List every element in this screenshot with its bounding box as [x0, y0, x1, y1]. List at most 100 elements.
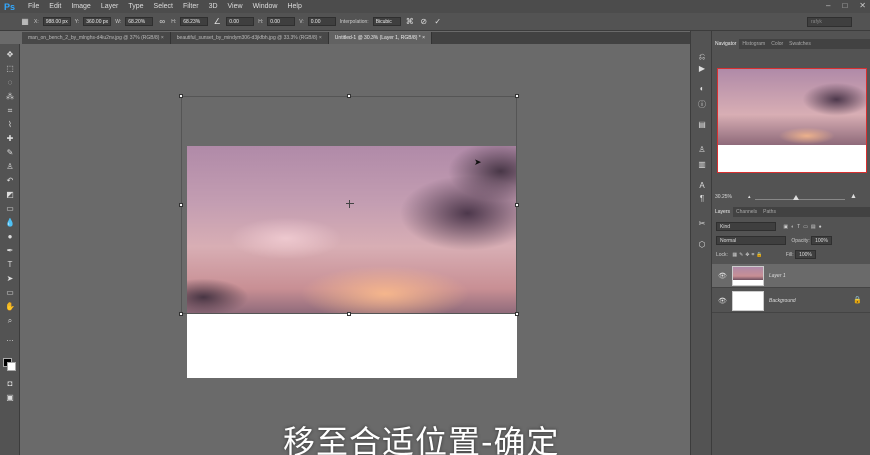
- zoom-tool-icon[interactable]: ⌕: [3, 315, 17, 326]
- navigator-preview[interactable]: [717, 68, 867, 173]
- zoom-out-icon[interactable]: ▴: [748, 194, 751, 200]
- eraser-tool-icon[interactable]: ◩: [3, 189, 17, 200]
- width-field[interactable]: 68.20%: [125, 17, 154, 26]
- transform-handle-top-right[interactable]: [515, 94, 519, 98]
- maximize-button[interactable]: □: [842, 1, 847, 10]
- paragraph-panel-icon[interactable]: ¶: [696, 193, 708, 205]
- gradient-tool-icon[interactable]: ▭: [3, 203, 17, 214]
- healing-brush-tool-icon[interactable]: ✚: [3, 133, 17, 144]
- tab-man-on-bench[interactable]: man_on_bench_2_by_mlnghs-d4iu2nv.jpg @ 3…: [22, 32, 171, 44]
- menu-edit[interactable]: Edit: [44, 3, 66, 10]
- hand-tool-icon[interactable]: ✋: [3, 301, 17, 312]
- canvas-area[interactable]: ➤ 移至合适位置-确定: [20, 44, 690, 455]
- h-skew-field[interactable]: 0.00: [267, 17, 296, 26]
- menu-file[interactable]: File: [23, 3, 44, 10]
- more-tools-icon[interactable]: …: [3, 333, 17, 344]
- adjustments-panel-icon[interactable]: ◐: [696, 83, 708, 95]
- shape-tool-icon[interactable]: ▭: [3, 287, 17, 298]
- visibility-eye-icon[interactable]: 👁: [718, 272, 727, 280]
- menu-type[interactable]: Type: [123, 3, 148, 10]
- menu-help[interactable]: Help: [282, 3, 306, 10]
- tab-paths[interactable]: Paths: [760, 207, 779, 217]
- background-color-swatch[interactable]: [7, 362, 16, 371]
- menu-layer[interactable]: Layer: [96, 3, 124, 10]
- navigator-zoom-value[interactable]: 30.25%: [715, 194, 732, 200]
- menu-image[interactable]: Image: [66, 3, 95, 10]
- height-field[interactable]: 68.23%: [180, 17, 209, 26]
- search-input[interactable]: rafyk: [807, 17, 852, 27]
- tab-histogram[interactable]: Histogram: [739, 39, 768, 49]
- screen-mode-icon[interactable]: ▣: [3, 392, 17, 403]
- zoom-slider[interactable]: [755, 199, 845, 200]
- history-brush-tool-icon[interactable]: ↶: [3, 175, 17, 186]
- transform-handle-top-left[interactable]: [179, 94, 183, 98]
- brush-settings-panel-icon[interactable]: ▤: [696, 119, 708, 131]
- move-tool-icon[interactable]: ✥: [3, 49, 17, 60]
- transform-handle-right[interactable]: [515, 203, 519, 207]
- transform-handle-bottom-left[interactable]: [179, 312, 183, 316]
- v-skew-field[interactable]: 0.00: [307, 17, 336, 26]
- tab-untitled-1[interactable]: Untitled-1 @ 30.3% (Layer 1, RGB/8) * ×: [328, 32, 433, 44]
- tab-layers[interactable]: Layers: [712, 207, 734, 217]
- tab-swatches[interactable]: Swatches: [786, 39, 814, 49]
- marquee-tool-icon[interactable]: ⬚: [3, 63, 17, 74]
- zoom-in-icon[interactable]: ▲: [850, 193, 857, 200]
- layer-row-layer-1[interactable]: 👁 Layer 1: [712, 264, 870, 288]
- menu-3d[interactable]: 3D: [204, 3, 223, 10]
- transform-handle-left[interactable]: [179, 203, 183, 207]
- path-selection-tool-icon[interactable]: ➤: [3, 273, 17, 284]
- menu-select[interactable]: Select: [149, 3, 178, 10]
- visibility-eye-icon[interactable]: 👁: [718, 297, 727, 305]
- layer-row-background[interactable]: 👁 Background 🔒: [712, 289, 870, 313]
- close-button[interactable]: ✕: [859, 1, 866, 10]
- history-panel-icon[interactable]: ⎌: [696, 51, 708, 63]
- interpolation-select[interactable]: Bicubic: [372, 17, 401, 26]
- eyedropper-tool-icon[interactable]: ⌇: [3, 119, 17, 130]
- commit-transform-icon[interactable]: ✓: [433, 17, 443, 27]
- menu-view[interactable]: View: [223, 3, 248, 10]
- transform-handle-bottom-right[interactable]: [515, 312, 519, 316]
- 3d-panel-icon[interactable]: ⬡: [696, 239, 708, 251]
- tab-color[interactable]: Color: [768, 39, 786, 49]
- lock-icons[interactable]: ▦✎✥⌗🔒: [732, 252, 764, 258]
- tab-channels[interactable]: Channels: [733, 207, 760, 217]
- tab-beautiful-sunset[interactable]: beautiful_sunset_by_mindym306-d3jkfbh.jp…: [170, 32, 329, 44]
- zoom-slider-thumb[interactable]: [793, 195, 799, 200]
- actions-panel-icon[interactable]: ▶: [696, 63, 708, 75]
- link-icon[interactable]: ∞: [157, 17, 167, 27]
- transform-center-icon[interactable]: [346, 200, 354, 208]
- menu-window[interactable]: Window: [248, 3, 283, 10]
- pen-tool-icon[interactable]: ✒: [3, 245, 17, 256]
- transform-handle-top[interactable]: [347, 94, 351, 98]
- type-tool-icon[interactable]: T: [3, 259, 17, 270]
- layer-name[interactable]: Background: [769, 298, 796, 304]
- transform-handle-bottom[interactable]: [347, 312, 351, 316]
- y-position-field[interactable]: 360.00 px: [83, 17, 112, 26]
- clone-source-panel-icon[interactable]: ♙: [696, 144, 708, 156]
- clone-stamp-tool-icon[interactable]: ♙: [3, 161, 17, 172]
- x-position-field[interactable]: 988.00 px: [42, 17, 71, 26]
- dodge-tool-icon[interactable]: ●: [3, 231, 17, 242]
- character-panel-icon[interactable]: A: [696, 180, 708, 192]
- info-panel-icon[interactable]: ⓘ: [696, 99, 708, 111]
- tool-presets-panel-icon[interactable]: ▥: [696, 159, 708, 171]
- minimize-button[interactable]: –: [826, 1, 830, 10]
- reference-point-icon[interactable]: ▦: [20, 17, 30, 27]
- tools-panel-icon[interactable]: ✂: [696, 218, 708, 230]
- layer-filter-icons[interactable]: ▣◐T▭▤●: [783, 224, 824, 230]
- fill-field[interactable]: 100%: [795, 250, 816, 259]
- cancel-transform-icon[interactable]: ⊘: [419, 17, 429, 27]
- brush-tool-icon[interactable]: ✎: [3, 147, 17, 158]
- angle-field[interactable]: 0.00: [226, 17, 255, 26]
- warp-icon[interactable]: ⌘: [405, 17, 415, 27]
- layer-kind-filter[interactable]: Kind: [716, 222, 776, 231]
- lasso-tool-icon[interactable]: ◌: [3, 77, 17, 88]
- opacity-field[interactable]: 100%: [811, 236, 832, 245]
- blend-mode-select[interactable]: Normal: [716, 236, 786, 245]
- crop-tool-icon[interactable]: ⌗: [3, 105, 17, 116]
- layer-name[interactable]: Layer 1: [769, 273, 786, 279]
- menu-filter[interactable]: Filter: [178, 3, 204, 10]
- blur-tool-icon[interactable]: 💧: [3, 217, 17, 228]
- quick-mask-icon[interactable]: ◘: [3, 378, 17, 389]
- tab-navigator[interactable]: Navigator: [712, 39, 740, 49]
